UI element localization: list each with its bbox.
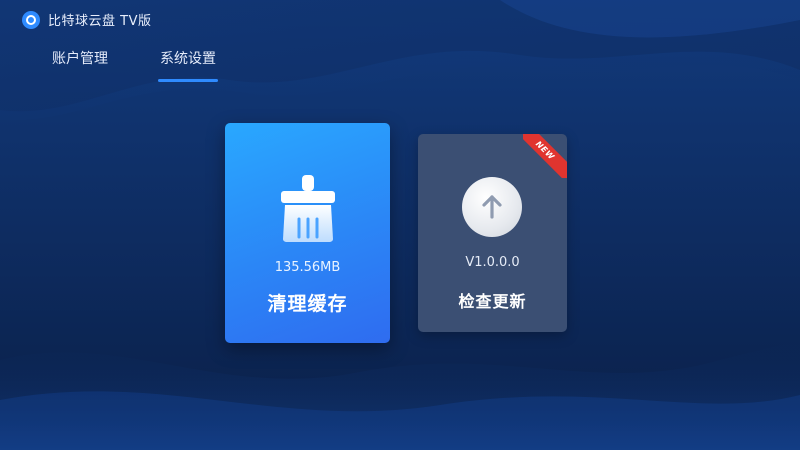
check-update-card[interactable]: NEW V1.0.0.0 检查更新	[418, 134, 567, 332]
top-tabs: 账户管理 系统设置	[52, 48, 218, 82]
clean-cache-label: 清理缓存	[267, 293, 348, 315]
new-badge: NEW	[523, 134, 567, 178]
tab-system-settings[interactable]: 系统设置	[158, 48, 218, 82]
upload-arrow-icon	[462, 177, 522, 237]
current-version: V1.0.0.0	[465, 255, 520, 270]
cache-size: 135.56MB	[274, 260, 341, 275]
app-header: 比特球云盘 TV版	[22, 10, 151, 29]
app-title: 比特球云盘 TV版	[48, 14, 152, 29]
check-update-label: 检查更新	[458, 292, 527, 311]
broom-icon	[281, 175, 335, 242]
clean-cache-card[interactable]: 135.56MB 清理缓存	[225, 123, 390, 343]
cloud-logo-icon	[22, 10, 40, 29]
new-badge-text: NEW	[533, 139, 557, 162]
tab-account-management[interactable]: 账户管理	[52, 48, 108, 76]
